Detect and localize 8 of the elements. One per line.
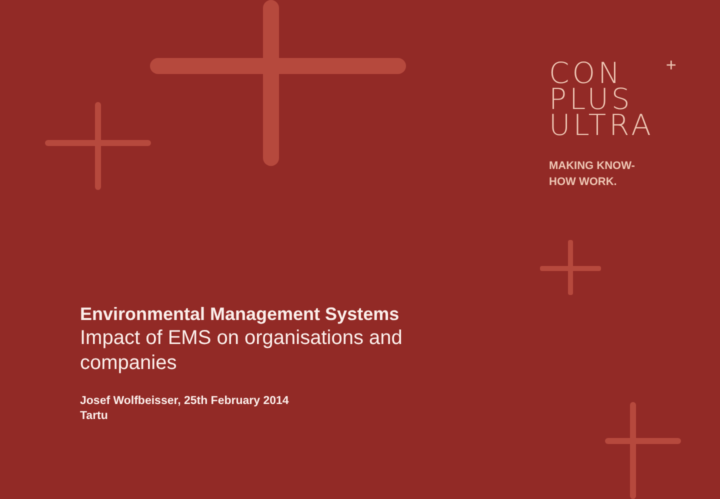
cross-shape: [540, 240, 601, 295]
slide-title: Environmental Management Systems: [80, 303, 400, 326]
slide-subtitle: Impact of EMS on organisations and companies: [80, 326, 404, 376]
plus-mark: +: [666, 56, 676, 74]
logo-tagline: MAKING KNOW- HOW WORK.: [549, 159, 636, 190]
author-date: Josef Wolfbeisser, 25th February 2014: [80, 394, 290, 409]
logo-wordmark: CON PLUS ULTRA: [549, 60, 654, 138]
location: Tartu: [80, 409, 108, 424]
